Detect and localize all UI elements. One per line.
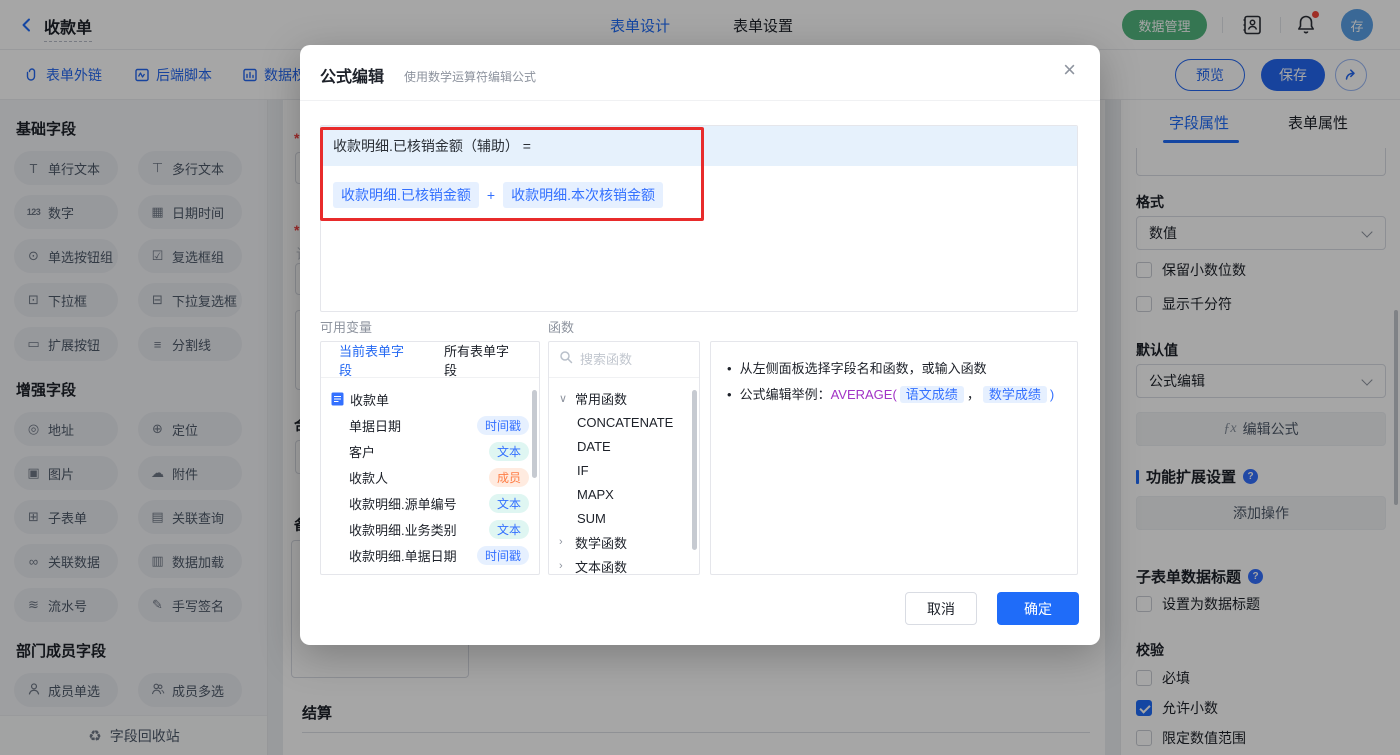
- variable-row[interactable]: 单据日期 时间戳: [321, 412, 539, 438]
- modal-header-divider: [300, 100, 1100, 101]
- variables-panel: 当前表单字段 所有表单字段 收款单 单据日期 时间戳 客户 文本 收款人 成员 …: [320, 341, 540, 575]
- formula-target-row: 收款明细.已核销金额（辅助） =: [321, 126, 1077, 166]
- function-item[interactable]: IF: [549, 458, 699, 482]
- tips-panel: • 从左侧面板选择字段名和函数，或输入函数 • 公式编辑举例：AVERAGE(语…: [710, 341, 1078, 575]
- modal-subtitle: 使用数学运算符编辑公式: [404, 70, 537, 84]
- example-chip: 语文成绩: [899, 386, 964, 403]
- type-badge: 文本: [488, 519, 529, 539]
- variable-row[interactable]: 收款明细.源单编号 文本: [321, 490, 539, 516]
- function-item[interactable]: DATE: [549, 434, 699, 458]
- field-chip[interactable]: 收款明细.本次核销金额: [503, 182, 663, 208]
- type-badge: 时间戳: [476, 545, 529, 565]
- formula-edit-modal: 公式编辑 使用数学运算符编辑公式 × 收款明细.已核销金额（辅助） = 收款明细…: [300, 45, 1100, 645]
- function-item[interactable]: CONCATENATE: [549, 410, 699, 434]
- variables-label: 可用变量: [320, 320, 373, 335]
- tip-line-1: • 从左侧面板选择字段名和函数，或输入函数: [727, 361, 987, 376]
- tip-line-2: • 公式编辑举例：AVERAGE(语文成绩，数学成绩): [727, 386, 1055, 403]
- function-group-math[interactable]: › 数学函数: [549, 530, 699, 554]
- chevron-down-icon: ∨: [559, 392, 568, 405]
- functions-tree: ∨ 常用函数 CONCATENATE DATE IF MAPX SUM › 数学…: [549, 378, 699, 575]
- confirm-button[interactable]: 确定: [997, 592, 1079, 625]
- functions-label: 函数: [548, 320, 575, 335]
- function-group-text[interactable]: › 文本函数: [549, 554, 699, 575]
- search-icon: [559, 350, 573, 369]
- cancel-button[interactable]: 取消: [905, 592, 977, 625]
- variable-row[interactable]: 收款明细.业务类别 文本: [321, 516, 539, 542]
- tab-all-form-fields[interactable]: 所有表单字段: [444, 342, 521, 379]
- scrollbar-thumb[interactable]: [532, 390, 537, 478]
- chevron-right-icon: ›: [559, 536, 563, 548]
- form-designer-screen: 收款单 表单设计 表单设置 数据管理 存 表单外链 后端脚本 数据权 预览 保存: [0, 0, 1400, 755]
- variable-row[interactable]: 收款明细.单据日期 时间戳: [321, 542, 539, 568]
- tab-current-form-fields[interactable]: 当前表单字段: [339, 342, 416, 379]
- function-name-example: AVERAGE(: [830, 387, 897, 402]
- plus-operator: +: [486, 187, 496, 203]
- example-chip: 数学成绩: [982, 386, 1047, 403]
- type-badge: 文本: [488, 493, 529, 513]
- functions-panel: ∨ 常用函数 CONCATENATE DATE IF MAPX SUM › 数学…: [548, 341, 700, 575]
- field-chip[interactable]: 收款明细.已核销金额: [333, 182, 479, 208]
- scrollbar-thumb[interactable]: [692, 390, 697, 550]
- variable-row[interactable]: 收款人 成员: [321, 464, 539, 490]
- tree-root-form[interactable]: 收款单: [321, 386, 539, 412]
- variables-tree: 收款单 单据日期 时间戳 客户 文本 收款人 成员 收款明细.源单编号 文本 收…: [321, 378, 539, 572]
- variables-tabs: 当前表单字段 所有表单字段: [321, 342, 539, 378]
- type-badge: 时间戳: [476, 415, 529, 435]
- function-group-common[interactable]: ∨ 常用函数: [549, 386, 699, 410]
- function-item[interactable]: MAPX: [549, 482, 699, 506]
- type-badge: 文本: [488, 441, 529, 461]
- chevron-right-icon: ›: [559, 560, 563, 572]
- function-search[interactable]: [549, 342, 699, 378]
- modal-title: 公式编辑: [320, 69, 385, 86]
- type-badge: 成员: [488, 467, 529, 487]
- function-item[interactable]: SUM: [549, 506, 699, 530]
- form-doc-icon: [331, 392, 344, 406]
- formula-editor[interactable]: 收款明细.已核销金额（辅助） = 收款明细.已核销金额 + 收款明细.本次核销金…: [320, 125, 1078, 312]
- search-input[interactable]: [580, 352, 680, 367]
- variable-row[interactable]: 客户 文本: [321, 438, 539, 464]
- close-icon[interactable]: ×: [1063, 59, 1076, 81]
- formula-expression[interactable]: 收款明细.已核销金额 + 收款明细.本次核销金额: [321, 166, 1077, 224]
